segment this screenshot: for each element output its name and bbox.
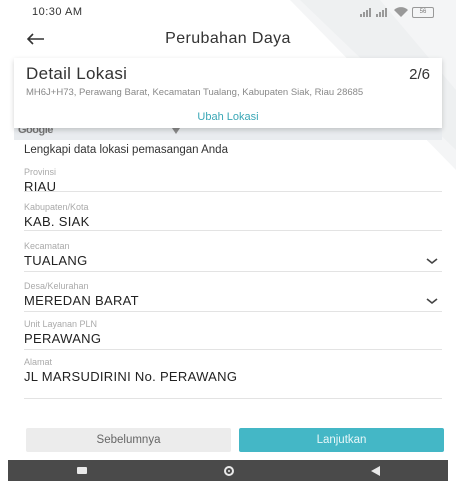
service-unit-field[interactable]: Unit Layanan PLN PERAWANG: [24, 319, 442, 350]
field-value: TUALANG: [24, 253, 88, 268]
field-label: Kabupaten/Kota: [24, 202, 89, 212]
form-intro: Lengkapi data lokasi pemasangan Anda: [24, 144, 228, 156]
field-value: MEREDAN BARAT: [24, 293, 139, 308]
field-label: Desa/Kelurahan: [24, 281, 89, 291]
page-title: Perubahan Daya: [165, 30, 291, 47]
field-label: Provinsi: [24, 167, 57, 177]
field-label: Kecamatan: [24, 241, 70, 251]
app-header: Perubahan Daya: [0, 24, 456, 54]
chevron-down-icon[interactable]: [426, 257, 438, 265]
change-location-link[interactable]: Ubah Lokasi: [14, 111, 442, 123]
status-time: 10:30 AM: [32, 6, 83, 18]
recent-apps-icon[interactable]: [76, 467, 87, 474]
field-label: Alamat: [24, 357, 53, 367]
signal-icon: [360, 8, 387, 17]
system-navigation-bar: [8, 460, 448, 481]
chevron-down-icon[interactable]: [426, 297, 438, 305]
field-value: PERAWANG: [24, 331, 102, 346]
back-triangle-icon[interactable]: [370, 465, 380, 476]
status-icons: 56: [360, 6, 434, 18]
village-select[interactable]: Desa/Kelurahan MEREDAN BARAT: [24, 281, 442, 312]
address-field[interactable]: Alamat JL MARSUDIRINI No. PERAWANG: [24, 357, 442, 399]
location-address: MH6J+H73, Perawang Barat, Kecamatan Tual…: [26, 87, 364, 98]
card-title: Detail Lokasi: [26, 64, 128, 83]
previous-button[interactable]: Sebelumnya: [26, 428, 231, 452]
field-label: Unit Layanan PLN: [24, 319, 98, 329]
status-bar: 10:30 AM 56: [0, 0, 456, 24]
location-form: Lengkapi data lokasi pemasangan Anda Pro…: [24, 140, 442, 399]
location-detail-card: Detail Lokasi 2/6 MH6J+H73, Perawang Bar…: [14, 58, 442, 128]
wifi-icon: [394, 7, 408, 17]
province-field[interactable]: Provinsi RIAU: [24, 167, 442, 194]
next-button[interactable]: Lanjutkan: [239, 428, 444, 452]
step-indicator: 2/6: [409, 65, 430, 83]
field-value: RIAU: [24, 179, 57, 194]
regency-field[interactable]: Kabupaten/Kota KAB. SIAK: [24, 202, 442, 231]
field-value: JL MARSUDIRINI No. PERAWANG: [24, 369, 238, 384]
map-pin-icon: [172, 128, 180, 134]
home-icon[interactable]: [223, 465, 234, 476]
battery-icon: 56: [412, 6, 434, 18]
battery-level: 56: [419, 9, 427, 15]
card-header: Detail Lokasi 2/6: [26, 64, 430, 84]
field-value: KAB. SIAK: [24, 214, 90, 229]
district-select[interactable]: Kecamatan TUALANG: [24, 241, 442, 272]
